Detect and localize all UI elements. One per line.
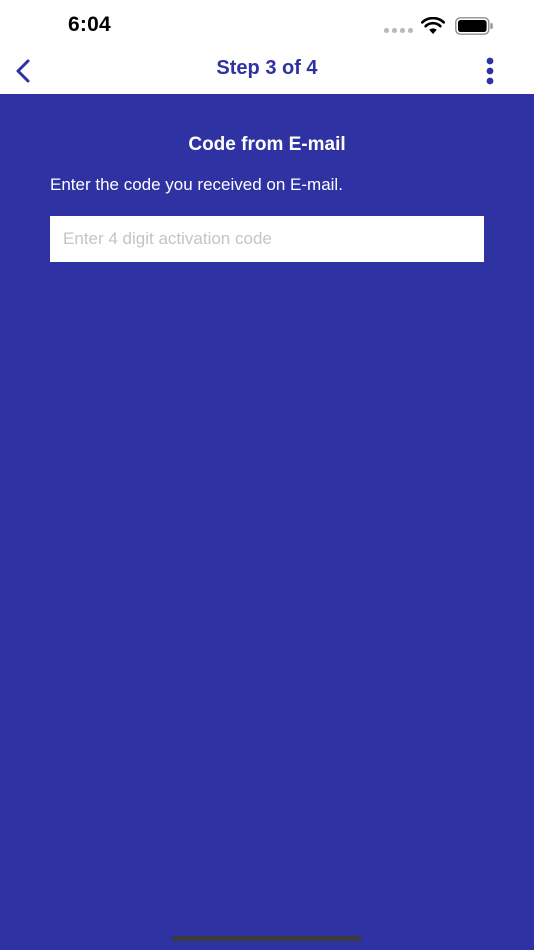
signal-dots-icon	[384, 28, 414, 33]
battery-icon	[455, 17, 493, 35]
top-bar: 6:04 Step 3 of 4	[0, 0, 534, 94]
status-time: 6:04	[68, 13, 111, 36]
activation-code-input[interactable]	[50, 216, 484, 262]
instruction-text: Enter the code you received on E-mail.	[50, 175, 343, 194]
page-title: Code from E-mail	[188, 134, 346, 155]
home-indicator[interactable]	[172, 936, 362, 941]
vertical-ellipsis-icon	[486, 57, 494, 85]
nav-title: Step 3 of 4	[216, 57, 318, 79]
wifi-icon	[421, 17, 445, 34]
more-options-button[interactable]	[478, 56, 502, 86]
